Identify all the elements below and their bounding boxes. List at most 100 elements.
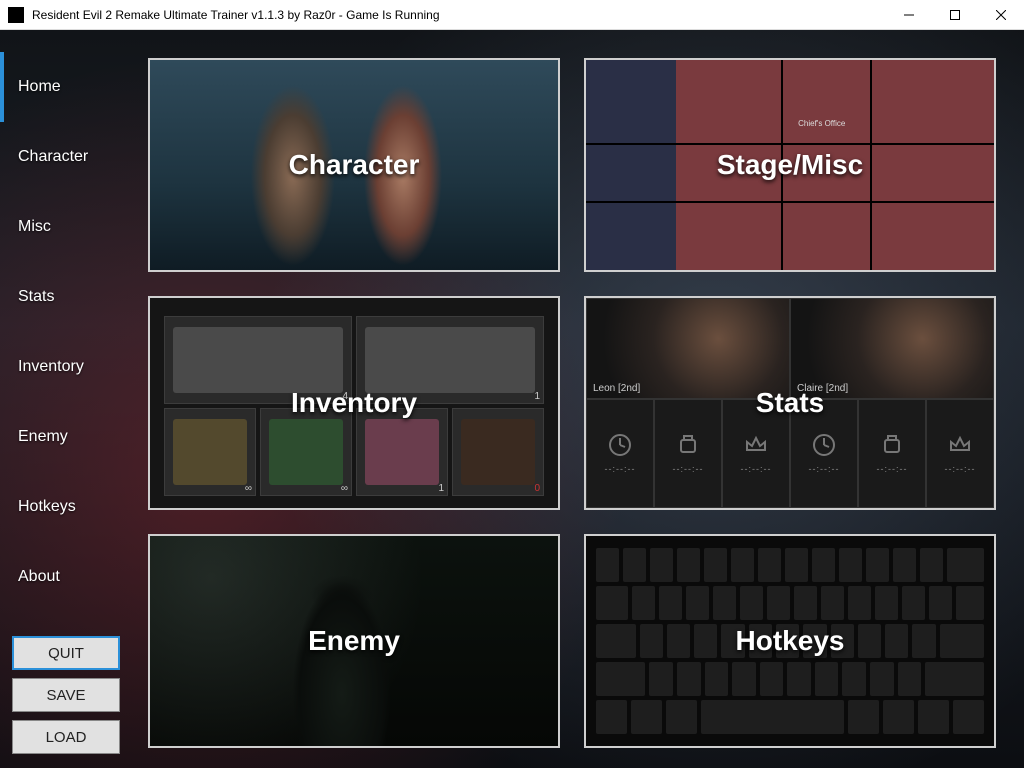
keyboard-key — [677, 548, 700, 582]
inventory-slot — [164, 408, 256, 496]
stats-dash-value: --:--:-- — [809, 464, 840, 474]
keyboard-key — [659, 586, 682, 620]
stats-icon — [743, 432, 769, 458]
stats-dash-value: --:--:-- — [945, 464, 976, 474]
keyboard-key — [596, 700, 627, 734]
keyboard-key — [596, 662, 645, 696]
stats-dash-value: --:--:-- — [673, 464, 704, 474]
sidebar-item-enemy[interactable]: Enemy — [0, 402, 132, 472]
keyboard-key — [623, 548, 646, 582]
keyboard-key — [760, 662, 784, 696]
keyboard-key — [947, 548, 984, 582]
stats-icon — [947, 432, 973, 458]
keyboard-key — [731, 548, 754, 582]
sidebar-item-label: Stats — [18, 288, 54, 306]
keyboard-key — [632, 586, 655, 620]
tile-stage-misc[interactable]: Stage/Misc — [584, 58, 996, 272]
keyboard-key — [912, 624, 935, 658]
keyboard-key — [740, 586, 763, 620]
keyboard-key — [902, 586, 925, 620]
stats-portrait-claire: Claire [2nd] — [790, 298, 994, 399]
tile-label: Character — [289, 149, 420, 181]
sidebar-item-label: Misc — [18, 218, 51, 236]
keyboard-key — [848, 700, 879, 734]
sidebar-item-label: Character — [18, 148, 88, 166]
keyboard-key — [858, 624, 881, 658]
keyboard-key — [785, 548, 808, 582]
sidebar-item-label: Inventory — [18, 358, 84, 376]
keyboard-key — [940, 624, 984, 658]
stats-icon-cell: --:--:-- — [858, 399, 926, 508]
sidebar-item-inventory[interactable]: Inventory — [0, 332, 132, 402]
keyboard-key — [767, 586, 790, 620]
tile-enemy[interactable]: Enemy — [148, 534, 560, 748]
stats-dash-value: --:--:-- — [877, 464, 908, 474]
window-minimize-button[interactable] — [886, 0, 932, 30]
keyboard-key — [667, 624, 690, 658]
keyboard-key — [596, 586, 628, 620]
sidebar-item-misc[interactable]: Misc — [0, 192, 132, 262]
keyboard-key — [883, 700, 914, 734]
close-icon — [996, 10, 1006, 20]
tile-character[interactable]: Character — [148, 58, 560, 272]
keyboard-key — [596, 624, 636, 658]
keyboard-key — [812, 548, 835, 582]
minimize-icon — [904, 10, 914, 20]
sidebar-item-label: Enemy — [18, 428, 68, 446]
sidebar-item-stats[interactable]: Stats — [0, 262, 132, 332]
save-button[interactable]: SAVE — [12, 678, 120, 712]
home-tile-grid: Character Stage/Misc Inventory Leon [2nd… — [132, 30, 1024, 768]
inventory-slot — [452, 408, 544, 496]
tile-stats[interactable]: Leon [2nd] Claire [2nd] --:--:-- --:--:--… — [584, 296, 996, 510]
maximize-icon — [950, 10, 960, 20]
sidebar-item-home[interactable]: Home — [0, 52, 132, 122]
sidebar-button-stack: QUIT SAVE LOAD — [0, 636, 132, 768]
stats-icon — [879, 432, 905, 458]
keyboard-key — [640, 624, 663, 658]
stats-icon — [607, 432, 633, 458]
keyboard-key — [701, 700, 844, 734]
keyboard-key — [694, 624, 717, 658]
app-icon — [8, 7, 24, 23]
sidebar-item-hotkeys[interactable]: Hotkeys — [0, 472, 132, 542]
keyboard-key — [875, 586, 898, 620]
window-titlebar: Resident Evil 2 Remake Ultimate Trainer … — [0, 0, 1024, 30]
keyboard-key — [686, 586, 709, 620]
sidebar-item-label: Hotkeys — [18, 498, 76, 516]
stats-portrait-leon: Leon [2nd] — [586, 298, 790, 399]
stats-icon — [811, 432, 837, 458]
client-area: Home Character Misc Stats Inventory Enem… — [0, 30, 1024, 768]
keyboard-key — [893, 548, 916, 582]
keyboard-key — [787, 662, 811, 696]
inventory-slot — [356, 408, 448, 496]
sidebar-item-label: About — [18, 568, 60, 586]
window-maximize-button[interactable] — [932, 0, 978, 30]
sidebar-item-about[interactable]: About — [0, 542, 132, 612]
keyboard-key — [794, 586, 817, 620]
keyboard-key — [713, 586, 736, 620]
quit-button[interactable]: QUIT — [12, 636, 120, 670]
tile-hotkeys[interactable]: Hotkeys — [584, 534, 996, 748]
keyboard-key — [898, 662, 922, 696]
keyboard-key — [631, 700, 662, 734]
keyboard-key — [848, 586, 871, 620]
stats-dash-value: --:--:-- — [741, 464, 772, 474]
tile-label: Inventory — [291, 387, 417, 419]
keyboard-key — [925, 662, 984, 696]
keyboard-key — [705, 662, 729, 696]
tile-inventory[interactable]: Inventory — [148, 296, 560, 510]
stats-icon-cell: --:--:-- — [586, 399, 654, 508]
keyboard-key — [704, 548, 727, 582]
window-title: Resident Evil 2 Remake Ultimate Trainer … — [32, 8, 886, 22]
sidebar-item-label: Home — [18, 78, 61, 96]
sidebar-item-character[interactable]: Character — [0, 122, 132, 192]
tile-label: Stage/Misc — [717, 149, 863, 181]
keyboard-key — [953, 700, 984, 734]
keyboard-key — [918, 700, 949, 734]
load-button[interactable]: LOAD — [12, 720, 120, 754]
keyboard-key — [929, 586, 952, 620]
keyboard-key — [885, 624, 908, 658]
window-close-button[interactable] — [978, 0, 1024, 30]
keyboard-key — [956, 586, 984, 620]
keyboard-key — [870, 662, 894, 696]
